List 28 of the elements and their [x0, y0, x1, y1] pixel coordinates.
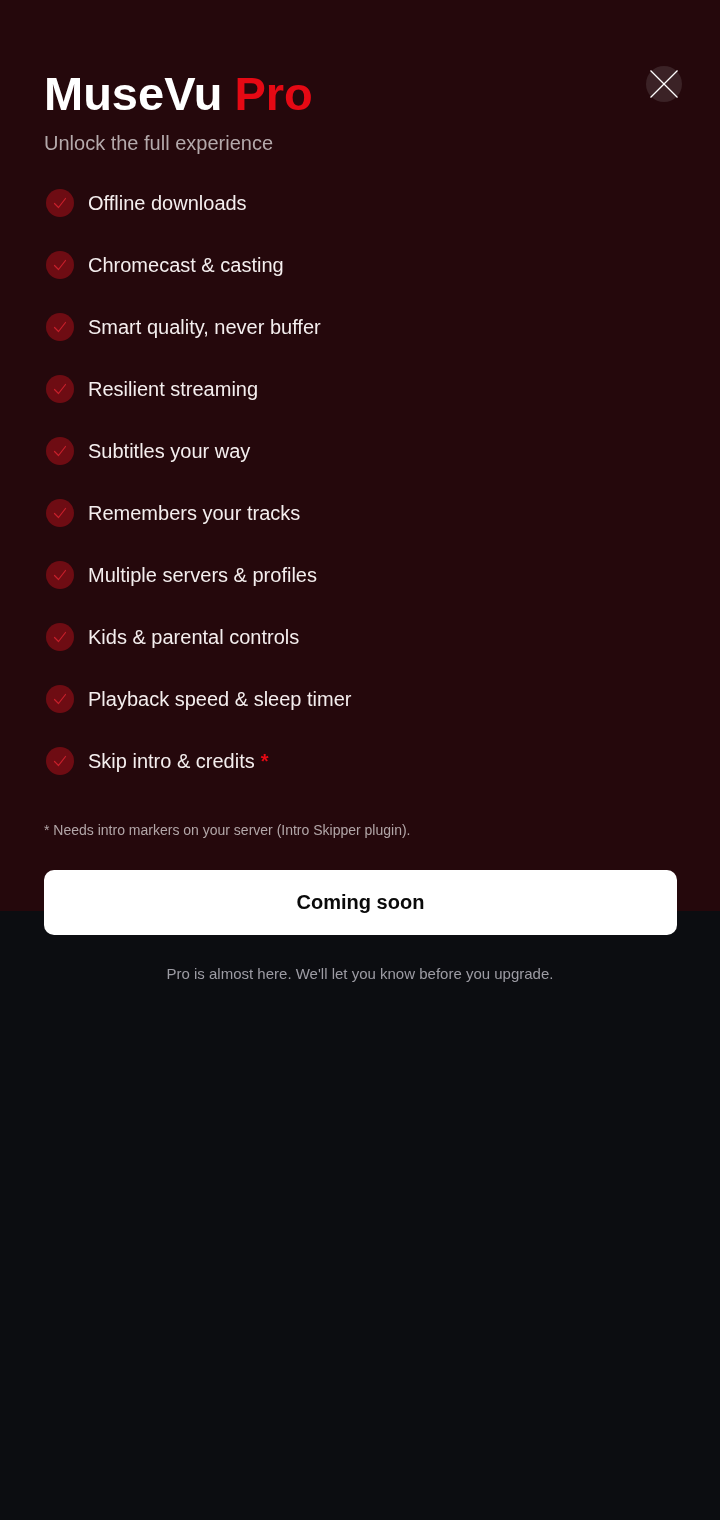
feature-label: Offline downloads	[88, 191, 247, 215]
app-title: MuseVu	[44, 66, 223, 122]
check-circle-icon	[46, 251, 74, 279]
check-circle-icon	[46, 375, 74, 403]
footnote: * Needs intro markers on your server (Intro Skipper plugin).	[44, 821, 412, 839]
feature-label: Kids & parental controls	[88, 625, 300, 649]
check-circle-icon	[46, 561, 74, 589]
feature-label: Smart quality, never buffer	[88, 315, 321, 339]
feature-label: Subtitles your way	[88, 439, 251, 463]
pro-label: Pro	[234, 66, 313, 122]
check-circle-icon	[46, 437, 74, 465]
check-circle-icon	[46, 499, 74, 527]
check-circle-icon	[46, 313, 74, 341]
check-circle-icon	[46, 623, 74, 651]
check-circle-icon	[46, 189, 74, 217]
feature-label: Remembers your tracks	[88, 501, 301, 525]
coming-soon-button[interactable]: Coming soon	[44, 870, 677, 935]
subtitle: Unlock the full experience	[44, 131, 274, 155]
check-circle-icon	[46, 747, 74, 775]
info-note: Pro is almost here. We'll let you know before you upgrade.	[166, 965, 554, 983]
feature-label: Skip intro & credits *	[88, 749, 269, 773]
feature-label: Playback speed & sleep timer	[88, 687, 352, 711]
close-button[interactable]	[646, 66, 682, 102]
feature-label: Multiple servers & profiles	[88, 563, 317, 587]
close-icon	[650, 70, 678, 98]
feature-label: Resilient streaming	[88, 377, 259, 401]
feature-label: Chromecast & casting	[88, 253, 284, 277]
check-circle-icon	[46, 685, 74, 713]
